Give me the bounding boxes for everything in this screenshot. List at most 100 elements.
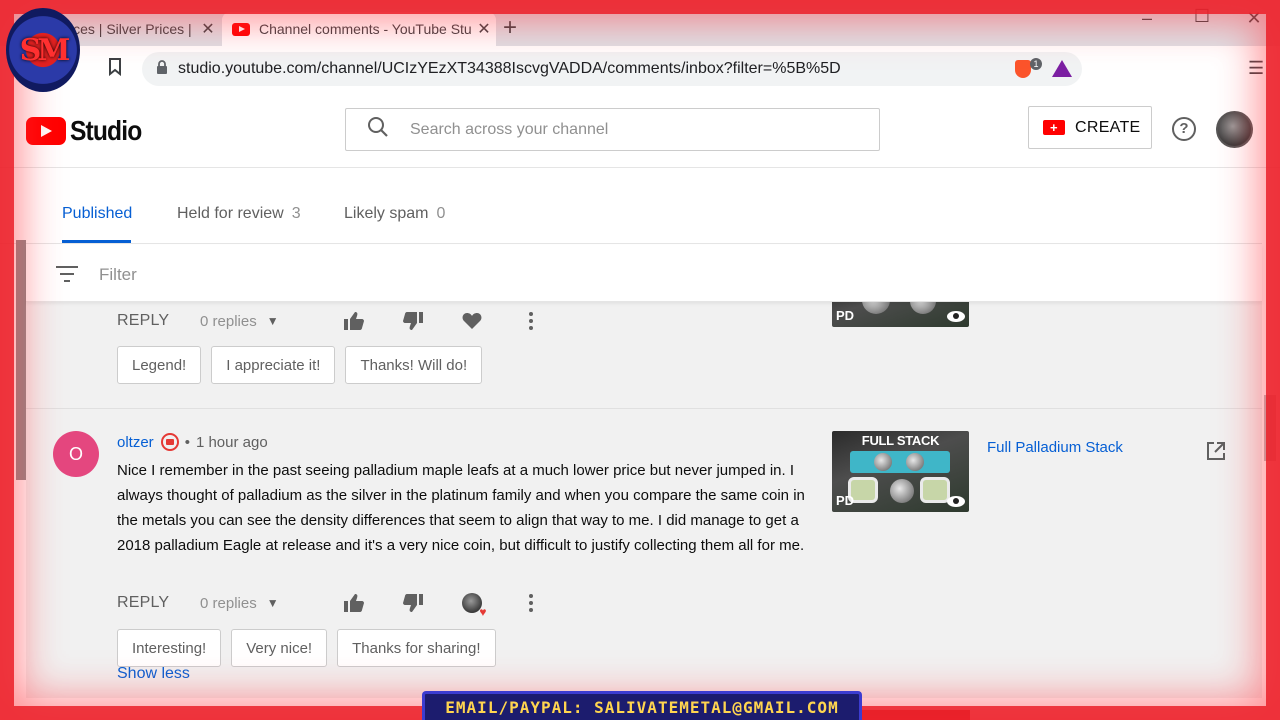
left-rail	[16, 240, 26, 480]
reply-button[interactable]: REPLY	[117, 312, 200, 330]
filter-bar[interactable]: Filter	[26, 245, 1262, 302]
youtube-favicon-icon	[232, 22, 250, 36]
overlay-logo: SM	[6, 8, 80, 92]
thumbnail-title: FULL STACK	[861, 433, 940, 448]
suggested-replies: Interesting! Very nice! Thanks for shari…	[117, 629, 496, 667]
video-camera-plus-icon: +	[1043, 120, 1065, 135]
filter-icon[interactable]	[56, 266, 78, 287]
thumbnail-coin	[890, 479, 914, 503]
bookmark-icon[interactable]	[108, 58, 122, 81]
create-button[interactable]: + CREATE	[1028, 106, 1152, 149]
thumbnail-coin-capsule	[920, 477, 950, 503]
dislike-button[interactable]	[383, 594, 442, 612]
comment-actions: REPLY 0 replies ▼	[117, 309, 560, 333]
address-bar[interactable]: studio.youtube.com/channel/UCIzYEzXT3438…	[142, 52, 1082, 86]
suggested-reply-chip[interactable]: Interesting!	[117, 629, 222, 667]
youtube-logo-icon	[26, 117, 66, 145]
suggested-reply-chip[interactable]: Very nice!	[231, 629, 328, 667]
suggested-reply-chip[interactable]: I appreciate it!	[211, 346, 336, 384]
new-tab-icon[interactable]: +	[503, 14, 517, 42]
tab-published[interactable]: Published	[62, 205, 132, 223]
browser-menu-icon[interactable]: ☰	[1248, 58, 1264, 79]
close-tab-icon[interactable]: ✕	[196, 19, 220, 39]
studio-header: Studio + CREATE ?	[0, 92, 1280, 168]
studio-logo-text: Studio	[70, 115, 142, 146]
reply-button[interactable]: REPLY	[117, 594, 200, 612]
replies-toggle[interactable]: 0 replies ▼	[200, 595, 324, 612]
meta-separator: •	[184, 433, 190, 451]
tab-label: Held for review	[177, 205, 284, 222]
channel-search[interactable]	[345, 108, 880, 151]
comment-time[interactable]: 1 hour ago	[196, 434, 268, 451]
tab-held-for-review[interactable]: Held for review 3	[177, 205, 301, 223]
thumbs-down-icon	[402, 594, 423, 612]
replies-count: 0 replies	[200, 312, 257, 330]
browser-tab-label: Channel comments - YouTube Stu	[259, 21, 472, 37]
overlay-email-banner: EMAIL/PAYPAL: SALIVATEMETAL@GMAIL.COM	[422, 691, 862, 720]
window-close-icon[interactable]: ✕	[1242, 8, 1266, 29]
video-thumbnail[interactable]: FULL STACK PD	[832, 431, 969, 512]
chevron-down-icon: ▼	[266, 596, 279, 610]
video-thumbnail-partial[interactable]	[860, 710, 970, 720]
suggested-reply-chip[interactable]: Legend!	[117, 346, 202, 384]
browser-tab-studio[interactable]: Channel comments - YouTube Stu ✕	[222, 12, 496, 46]
suggested-reply-chip[interactable]: Thanks! Will do!	[345, 346, 483, 384]
comment-tabs: Published Held for review 3 Likely spam 0	[0, 168, 1262, 244]
tab-likely-spam[interactable]: Likely spam 0	[344, 205, 445, 223]
brave-shields-icon[interactable]	[1015, 60, 1031, 78]
thumbs-up-icon	[343, 594, 364, 612]
url-text: studio.youtube.com/channel/UCIzYEzXT3438…	[178, 60, 841, 77]
comment-row: REPLY 0 replies ▼ Legend! I appreciate it…	[26, 302, 1262, 408]
help-icon[interactable]: ?	[1172, 117, 1196, 141]
video-thumbnail[interactable]: PD	[832, 302, 969, 327]
browser-toolbar: studio.youtube.com/channel/UCIzYEzXT3438…	[0, 46, 1280, 92]
comment-actions: REPLY 0 replies ▼	[117, 591, 560, 619]
heart-button[interactable]	[442, 312, 501, 330]
more-options-icon[interactable]	[501, 312, 560, 330]
thumbnail-coin	[906, 453, 924, 471]
tab-label: Published	[62, 205, 133, 222]
show-less-link[interactable]: Show less	[117, 665, 190, 683]
chevron-down-icon: ▼	[266, 314, 279, 328]
like-button[interactable]	[324, 594, 383, 612]
search-icon	[346, 116, 410, 143]
thumbnail-coin	[910, 302, 936, 314]
video-title-link[interactable]: Full Palladium Stack	[987, 439, 1123, 456]
heart-icon	[462, 313, 481, 329]
studio-logo[interactable]: Studio	[26, 115, 151, 147]
search-input[interactable]	[410, 120, 830, 139]
thumbnail-coin	[874, 453, 892, 471]
thumbnail-coin	[862, 302, 890, 314]
comment-text: Nice I remember in the past seeing palla…	[117, 462, 805, 554]
thumbnail-badge: PD	[836, 308, 855, 323]
thumbs-down-icon	[402, 312, 423, 330]
open-in-new-icon[interactable]	[1206, 441, 1226, 466]
comment-author[interactable]: oltzer	[117, 434, 154, 451]
close-tab-icon[interactable]: ✕	[472, 19, 496, 39]
comment-meta: oltzer • 1 hour ago	[117, 433, 268, 451]
replies-toggle[interactable]: 0 replies ▼	[200, 313, 324, 330]
dislike-button[interactable]	[383, 312, 442, 330]
account-avatar[interactable]	[1216, 111, 1253, 148]
eye-icon	[947, 311, 965, 322]
maximize-icon[interactable]: ☐	[1190, 6, 1214, 27]
creator-heart-button[interactable]	[442, 593, 501, 619]
minimize-icon[interactable]: –	[1135, 8, 1159, 29]
shields-count-badge: 1	[1030, 58, 1042, 70]
member-badge-icon	[160, 433, 179, 451]
tab-count: 3	[291, 205, 301, 222]
active-tab-indicator	[62, 240, 131, 243]
filter-label: Filter	[99, 265, 137, 284]
comment-list: REPLY 0 replies ▼ Legend! I appreciate it…	[26, 302, 1262, 720]
thumbnail-coin-box	[850, 451, 950, 473]
thumbnail-badge: PD	[836, 493, 855, 508]
tab-label: Likely spam	[344, 205, 429, 222]
brave-rewards-icon[interactable]	[1052, 60, 1072, 77]
thumbs-up-icon	[343, 312, 364, 330]
eye-icon	[947, 496, 965, 507]
like-button[interactable]	[324, 312, 383, 330]
suggested-reply-chip[interactable]: Thanks for sharing!	[337, 629, 496, 667]
scrollbar-thumb[interactable]	[1264, 395, 1276, 461]
more-options-icon[interactable]	[501, 594, 560, 612]
commenter-avatar[interactable]: O	[53, 431, 99, 477]
